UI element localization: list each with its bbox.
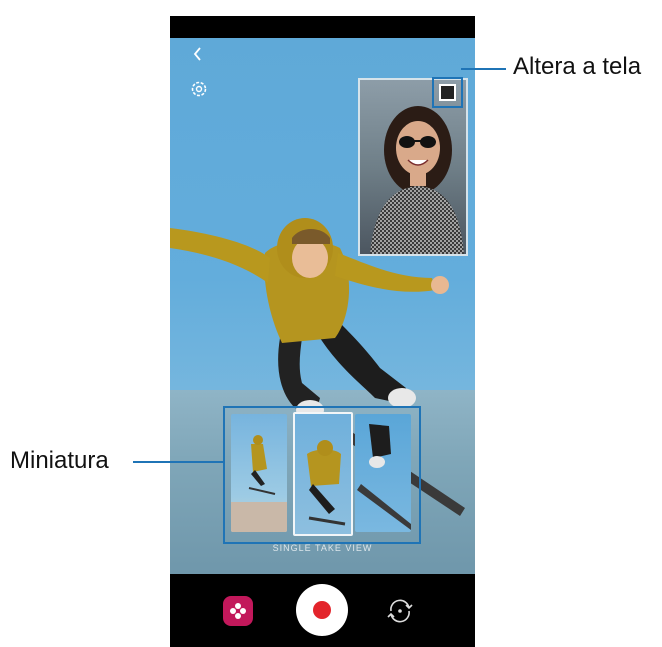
switch-camera-button[interactable] xyxy=(383,594,417,628)
phone-frame: SINGLE TAKE VIEW xyxy=(170,16,475,647)
record-button[interactable] xyxy=(296,584,348,636)
swap-screen-icon xyxy=(439,84,456,101)
effects-button[interactable] xyxy=(223,596,253,626)
gear-icon[interactable] xyxy=(188,78,210,100)
thumbnail-item[interactable] xyxy=(355,414,411,532)
callout-label-swap-screen: Altera a tela xyxy=(513,53,642,80)
camera-viewfinder: SINGLE TAKE VIEW xyxy=(170,38,475,574)
callout-line-swap xyxy=(461,68,506,70)
swap-screen-button[interactable] xyxy=(432,77,463,108)
record-icon xyxy=(313,601,331,619)
camera-mode-label: SINGLE TAKE VIEW xyxy=(272,543,373,553)
thumbnail-item[interactable] xyxy=(231,414,287,532)
callout-line-thumbnail xyxy=(133,461,223,463)
camera-control-bar xyxy=(170,574,475,647)
flower-effects-icon xyxy=(230,603,246,619)
chevron-left-icon[interactable] xyxy=(188,44,208,64)
callout-label-thumbnail: Miniatura xyxy=(10,447,109,474)
switch-camera-icon xyxy=(387,599,413,623)
thumbnail-strip xyxy=(223,406,421,544)
thumbnail-item-selected[interactable] xyxy=(293,412,353,536)
